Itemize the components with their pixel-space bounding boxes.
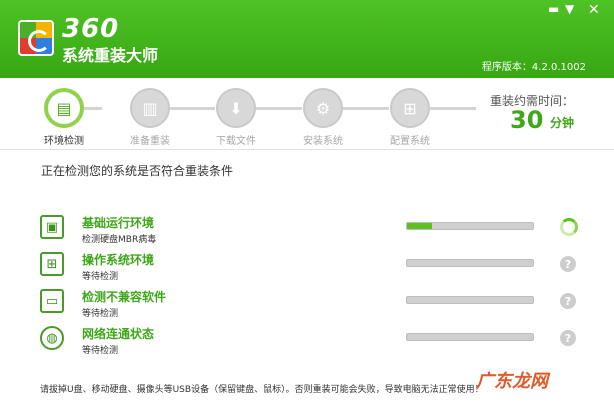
check-title-os-env: 操作系统环境 <box>82 253 155 267</box>
question-icon: ? <box>560 330 576 346</box>
close-button[interactable]: ✕ <box>588 2 600 18</box>
step-connector <box>430 107 476 110</box>
step-environment-check: ▤ <box>44 88 84 128</box>
step-prepare: ▥ <box>130 88 170 128</box>
check-title-incompatible-software: 检测不兼容软件 <box>82 290 167 304</box>
progress-bar-network <box>406 333 534 341</box>
step-label-environment: 环境检测 <box>44 136 84 147</box>
step-label-install: 安装系统 <box>303 136 343 147</box>
step-label-download: 下载文件 <box>216 136 256 147</box>
step-connector <box>343 107 389 110</box>
step-install: ⚙ <box>303 88 343 128</box>
question-icon: ? <box>560 293 576 309</box>
check-title-network: 网络连通状态 <box>82 327 155 341</box>
step-connector <box>256 107 302 110</box>
check-title-basic-env: 基础运行环境 <box>82 216 155 230</box>
usb-warning-text: 请拔掉U盘、移动硬盘、摄像头等USB设备（保留键盘、鼠标）。否则重装可能会失败，… <box>40 385 484 395</box>
step-label-configure: 配置系统 <box>390 136 430 147</box>
watermark: 广东龙网 <box>476 371 548 392</box>
checklist-icon: ▤ <box>56 98 72 118</box>
360-logo-icon <box>18 20 54 56</box>
monitor-icon: ▭ <box>40 289 64 313</box>
minimize-button[interactable]: ▬ <box>548 2 559 16</box>
step-connector <box>169 107 215 110</box>
check-status-os-env: 等待检测 <box>82 272 119 282</box>
check-status-network: 等待检测 <box>82 346 119 356</box>
progress-bar-basic-env <box>406 222 534 230</box>
loading-spinner-icon <box>560 218 578 236</box>
step-configure: ⊞ <box>390 88 430 128</box>
time-unit: 分钟 <box>550 116 575 130</box>
windows-icon: ⊞ <box>403 98 417 118</box>
computer-icon: ▣ <box>40 215 64 239</box>
app-title: 系统重装大师 <box>62 46 159 65</box>
menu-button[interactable]: ▼ <box>565 2 574 16</box>
check-status-incompatible-software: 等待检测 <box>82 309 119 319</box>
time-value: 30 <box>510 106 544 134</box>
document-icon: ▥ <box>142 98 158 118</box>
logo-number: 360 <box>62 14 120 44</box>
version-label: 程序版本：4.2.0.1002 <box>481 62 586 73</box>
divider <box>0 149 614 150</box>
progress-bar-os-env <box>406 259 534 267</box>
step-label-prepare: 准备重装 <box>130 136 170 147</box>
progress-bar-incompatible-software <box>406 296 534 304</box>
download-icon: ⬇ <box>229 98 243 118</box>
progress-fill <box>407 223 433 229</box>
globe-icon: ◍ <box>40 326 64 350</box>
check-status-basic-env: 检测硬盘MBR病毒 <box>82 235 157 245</box>
question-icon: ? <box>560 256 576 272</box>
windows-icon: ⊞ <box>40 252 64 276</box>
title-bar: 360 系统重装大师 ▬ ▼ ✕ 程序版本：4.2.0.1002 <box>0 0 614 78</box>
section-title: 正在检测您的系统是否符合重装条件 <box>41 164 234 178</box>
gear-icon: ⚙ <box>315 98 331 118</box>
step-download: ⬇ <box>216 88 256 128</box>
step-connector <box>84 107 102 110</box>
